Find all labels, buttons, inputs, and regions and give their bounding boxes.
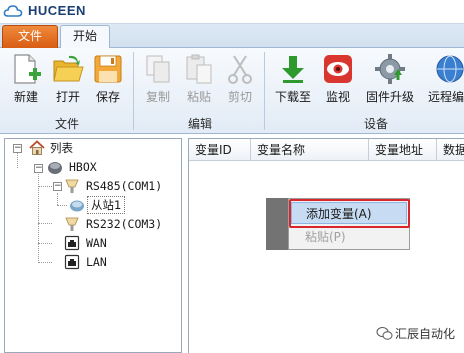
edit-group-label: 编辑	[187, 117, 212, 131]
scissors-icon	[228, 55, 252, 84]
tree-item-hbox[interactable]: HBOX	[45, 158, 125, 176]
remote-button-label: 远程编	[428, 90, 464, 104]
save-button-label: 保存	[95, 90, 120, 104]
monitor-button-label: 监视	[325, 90, 350, 104]
copy-button[interactable]: 复制	[138, 50, 178, 112]
tree-label: RS485(COM1)	[86, 179, 163, 193]
cloud-logo-icon	[3, 5, 23, 17]
grid-header: 变量ID 变量名称 变量地址 数据	[189, 139, 464, 161]
tree-connector	[38, 243, 52, 244]
tree-label: LAN	[86, 255, 107, 269]
tree-connector	[17, 153, 18, 168]
tree-item-lan[interactable]: LAN	[64, 253, 144, 271]
paste-button[interactable]: 粘贴	[179, 50, 219, 112]
highlight-annotation-box	[289, 199, 410, 228]
tree-connector	[38, 262, 52, 263]
ribbon: 新建 打开 保存 文件 复制 粘贴 剪切 编辑 下载至 监视 固件升级 远程编 …	[0, 48, 464, 134]
globe-remote-icon	[436, 55, 464, 83]
app-title: HUCEEN	[28, 3, 86, 18]
network-port-icon	[64, 235, 80, 251]
tab-start[interactable]: 开始	[60, 25, 110, 49]
new-file-icon	[14, 54, 41, 84]
save-button[interactable]: 保存	[88, 50, 128, 112]
monitor-button[interactable]: 监视	[318, 50, 358, 112]
column-header-data[interactable]: 数据	[437, 139, 464, 161]
column-header-variable-id[interactable]: 变量ID	[189, 139, 251, 161]
paste-icon	[186, 54, 212, 84]
open-folder-icon	[53, 55, 84, 82]
tree-label: WAN	[86, 236, 107, 250]
firmware-upgrade-button-label: 固件升级	[365, 90, 414, 104]
tree-connector	[57, 193, 58, 205]
device-tree: − 列表 − HBOX − RS485(COM1) 从站1 RS232(COM3…	[4, 138, 182, 353]
tree-item-slave-1[interactable]: 从站1	[69, 196, 149, 214]
serial-port-icon	[65, 217, 79, 231]
tree-item-wan[interactable]: WAN	[64, 234, 144, 252]
menu-item-paste[interactable]: 粘贴(P)	[291, 226, 407, 248]
tree-label: 从站1	[87, 196, 126, 214]
tree-item-rs485[interactable]: RS485(COM1)	[64, 177, 174, 195]
download-button[interactable]: 下载至	[273, 50, 313, 112]
wechat-icon	[376, 327, 393, 340]
collapse-toggle[interactable]: −	[13, 144, 22, 153]
group-separator	[264, 52, 265, 130]
tree-item-rs232[interactable]: RS232(COM3)	[64, 215, 174, 233]
tree-connector	[38, 223, 52, 224]
file-group-label: 文件	[54, 117, 79, 131]
home-icon	[29, 140, 45, 155]
tree-connector	[38, 186, 52, 187]
column-header-variable-address[interactable]: 变量地址	[369, 139, 437, 161]
new-button[interactable]: 新建	[6, 50, 46, 112]
tree-label: RS232(COM3)	[86, 217, 163, 231]
cut-button[interactable]: 剪切	[220, 50, 260, 112]
tree-label: 列表	[50, 141, 73, 155]
tree-label: HBOX	[69, 160, 97, 174]
device-group-label: 设备	[363, 117, 388, 131]
gear-upgrade-icon	[375, 54, 405, 84]
cut-button-label: 剪切	[227, 90, 252, 104]
ribbon-tab-strip: 文件 开始	[0, 24, 464, 49]
download-arrow-icon	[282, 56, 304, 83]
column-header-variable-name[interactable]: 变量名称	[251, 139, 369, 161]
device-box-icon	[48, 162, 62, 174]
title-bar: HUCEEN	[0, 0, 464, 24]
collapse-toggle[interactable]: −	[34, 164, 43, 173]
slave-station-icon	[70, 200, 84, 212]
save-disk-icon	[94, 55, 122, 83]
tree-connector	[57, 205, 67, 206]
tab-file[interactable]: 文件	[2, 25, 58, 48]
remote-button[interactable]: 远程编	[428, 50, 464, 112]
network-port-icon	[64, 254, 80, 270]
watermark-text: 汇辰自动化	[395, 327, 456, 341]
firmware-upgrade-button[interactable]: 固件升级	[366, 50, 414, 112]
serial-port-icon	[65, 179, 79, 193]
copy-icon	[146, 55, 170, 83]
eye-monitor-icon	[324, 55, 352, 83]
collapse-toggle[interactable]: −	[53, 182, 62, 191]
